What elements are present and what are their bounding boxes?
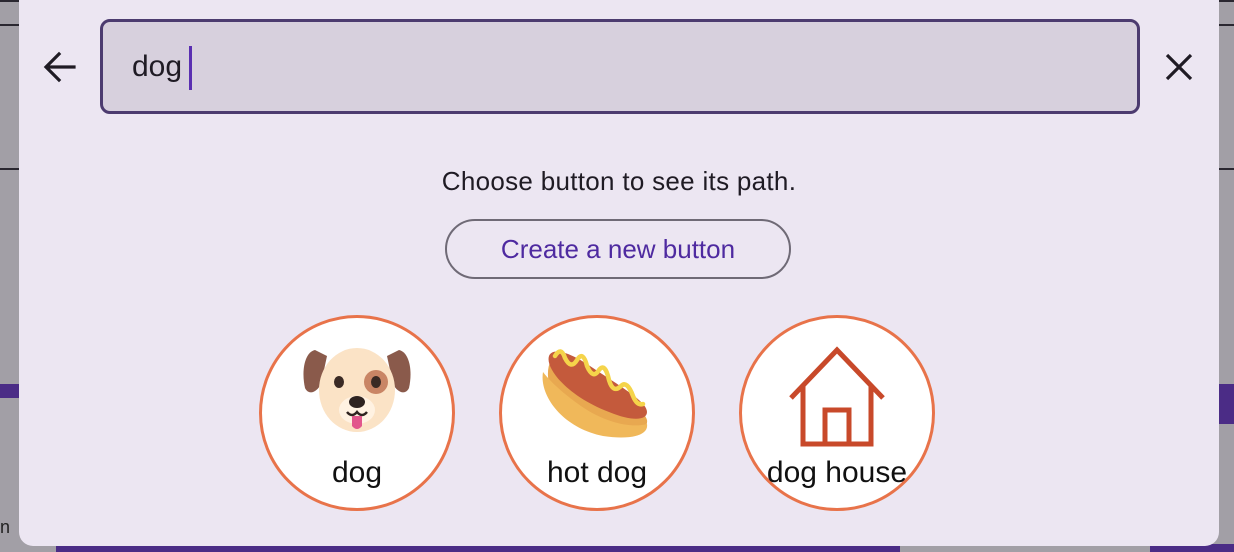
- close-icon: [1165, 53, 1193, 81]
- search-field[interactable]: [100, 19, 1140, 114]
- background-text: n: [0, 517, 11, 537]
- search-dialog: Choose button to see its path. Create a …: [19, 0, 1219, 546]
- result-button-hot-dog[interactable]: hot dog: [499, 315, 695, 511]
- result-label: dog house: [766, 456, 908, 489]
- result-label: hot dog: [546, 456, 648, 489]
- text-cursor: [189, 46, 192, 90]
- hint-text: Choose button to see its path.: [441, 166, 797, 196]
- create-new-button[interactable]: Create a new button: [445, 219, 791, 279]
- background-panel: [0, 384, 19, 398]
- result-label: dog: [331, 456, 383, 489]
- hot-dog-icon: [502, 340, 692, 440]
- clear-search-button[interactable]: [1157, 46, 1201, 88]
- result-button-dog-house[interactable]: dog house: [739, 315, 935, 511]
- arrow-left-icon: [43, 51, 76, 83]
- house-icon: [742, 340, 932, 447]
- search-input[interactable]: [103, 22, 1137, 111]
- background-panel: [1219, 384, 1234, 424]
- dog-face-icon: [262, 340, 452, 440]
- result-button-dog[interactable]: dog: [259, 315, 455, 511]
- back-button[interactable]: [39, 46, 81, 88]
